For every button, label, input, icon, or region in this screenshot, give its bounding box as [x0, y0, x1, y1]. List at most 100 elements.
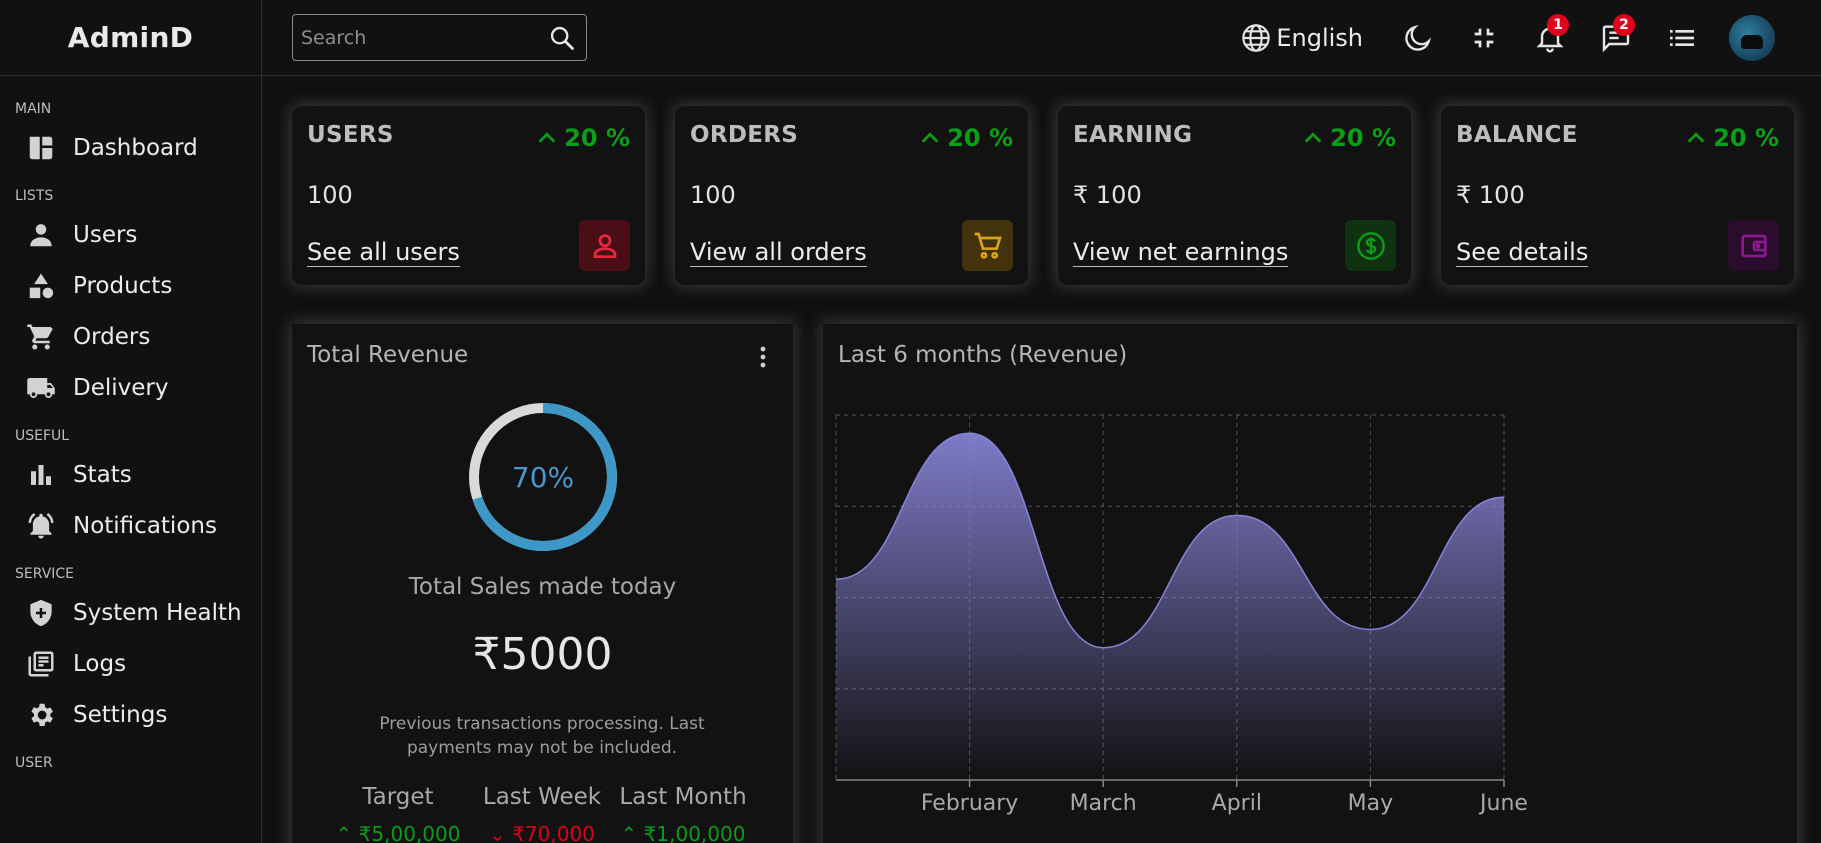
- sidebar-item-label: System Health: [73, 599, 242, 626]
- cart-outline-icon: [974, 232, 1002, 259]
- avatar[interactable]: [1729, 15, 1775, 61]
- app-logo[interactable]: AdminD: [68, 21, 193, 54]
- area-fill: [836, 433, 1504, 780]
- sidebar-item-label: Dashboard: [73, 134, 198, 161]
- revenue-chart-card: Last 6 months (Revenue) February March Apr…: [823, 324, 1797, 843]
- globe-icon: [1242, 24, 1271, 52]
- sidebar-item-label: Notifications: [73, 512, 217, 539]
- widget-value: 100: [307, 181, 353, 209]
- sidebar: AdminD MAIN Dashboard LISTS Users Produc…: [0, 0, 262, 843]
- notifications-badge: 1: [1547, 14, 1569, 36]
- summary-label: Last Month: [619, 784, 747, 810]
- sidebar-item-label: Delivery: [73, 374, 169, 401]
- search-box: [292, 14, 587, 61]
- widget-percentage: 20 %: [919, 124, 1013, 152]
- search-icon[interactable]: [548, 24, 576, 52]
- progress-percent: 70%: [511, 460, 575, 494]
- more-vert-icon[interactable]: [755, 344, 771, 370]
- widget-link[interactable]: View all orders: [690, 238, 867, 267]
- sidebar-item-label: Settings: [73, 701, 168, 728]
- sidebar-item-products[interactable]: Products: [0, 260, 261, 311]
- sidebar-nav: MAIN Dashboard LISTS Users Products Orde…: [0, 76, 261, 772]
- x-tick-label: May: [1348, 791, 1393, 816]
- sidebar-item-delivery[interactable]: Delivery: [0, 362, 261, 413]
- person-outline-icon: [593, 233, 616, 258]
- summary-label: Target: [362, 784, 434, 810]
- widget-value: ₹ 100: [1456, 181, 1525, 209]
- widget-icon-box: [579, 220, 630, 271]
- logo-area: AdminD: [0, 0, 261, 76]
- shield-plus-icon: [25, 597, 57, 629]
- sidebar-item-label: Logs: [73, 650, 127, 677]
- wallet-icon: [1740, 234, 1767, 257]
- widget-link[interactable]: See all users: [307, 238, 460, 267]
- list-menu-button[interactable]: [1649, 18, 1715, 58]
- widget-percentage: 20 %: [1302, 124, 1396, 152]
- category-icon: [25, 270, 57, 302]
- sidebar-item-orders[interactable]: Orders: [0, 311, 261, 362]
- sidebar-item-system-health[interactable]: System Health: [0, 587, 261, 638]
- topbar-actions: English 1 2: [1240, 0, 1775, 76]
- widget-percentage: 20 %: [1685, 124, 1779, 152]
- dark-mode-toggle[interactable]: [1385, 18, 1451, 58]
- sidebar-item-label: Orders: [73, 323, 151, 350]
- search-input[interactable]: [293, 26, 533, 49]
- summary-target: Target ⌃ ₹5,00,000: [323, 784, 473, 843]
- widget-percent-text: 20 %: [564, 124, 630, 152]
- widget-icon-box: [1728, 220, 1779, 271]
- sidebar-item-label: Products: [73, 272, 173, 299]
- summary-value: ⌃ ₹5,00,000: [335, 822, 461, 843]
- chevron-up-icon: [1304, 132, 1322, 143]
- language-selector[interactable]: English: [1240, 22, 1363, 54]
- moon-icon: [1405, 24, 1432, 51]
- widget-percentage: 20 %: [536, 124, 630, 152]
- sidebar-item-label: Users: [73, 221, 138, 248]
- sidebar-item-users[interactable]: Users: [0, 209, 261, 260]
- notifications-button[interactable]: 1: [1517, 14, 1583, 58]
- widget-value: 100: [690, 181, 736, 209]
- card-title: Total Revenue: [307, 342, 469, 368]
- messages-button[interactable]: 2: [1583, 14, 1649, 58]
- logs-icon: [25, 648, 57, 680]
- truck-icon: [25, 372, 57, 404]
- section-title-main: MAIN: [15, 101, 52, 117]
- x-tick-label: April: [1212, 791, 1262, 816]
- chevron-up-icon: [921, 132, 939, 143]
- sidebar-item-dashboard[interactable]: Dashboard: [0, 122, 261, 173]
- widget-percent-text: 20 %: [1330, 124, 1396, 152]
- widget-value: ₹ 100: [1073, 181, 1142, 209]
- chevron-up-icon: [538, 132, 556, 143]
- sidebar-item-label: Stats: [73, 461, 132, 488]
- alarm-icon: [25, 510, 57, 542]
- person-icon: [25, 219, 57, 251]
- widget-earning: EARNING 20 % ₹ 100 View net earnings: [1058, 106, 1411, 285]
- dollar-circle-icon: [1356, 231, 1385, 260]
- summary-label: Last Week: [482, 784, 602, 810]
- widget-link[interactable]: View net earnings: [1073, 238, 1289, 267]
- sidebar-item-notifications[interactable]: Notifications: [0, 500, 261, 551]
- section-title-useful: USEFUL: [15, 428, 70, 444]
- summary-value: ⌄ ₹70,000: [489, 822, 595, 843]
- dashboard-icon: [25, 132, 57, 164]
- sidebar-item-stats[interactable]: Stats: [0, 449, 261, 500]
- section-title-user: USER: [15, 755, 53, 771]
- summary-last-week: Last Week ⌄ ₹70,000: [467, 784, 617, 843]
- topbar: English 1 2: [262, 0, 1821, 76]
- list-icon: [1670, 30, 1694, 46]
- total-revenue-card: Total Revenue 70% Total Sales made today…: [292, 324, 793, 843]
- messages-badge: 2: [1613, 14, 1635, 36]
- fullscreen-exit-button[interactable]: [1451, 18, 1517, 58]
- sidebar-item-settings[interactable]: Settings: [0, 689, 261, 740]
- sales-amount: ₹5000: [472, 629, 613, 680]
- widget-percent-text: 20 %: [947, 124, 1013, 152]
- widget-users: USERS 20 % 100 See all users: [292, 106, 645, 285]
- section-title-lists: LISTS: [15, 188, 54, 204]
- widget-icon-box: [962, 220, 1013, 271]
- sidebar-item-logs[interactable]: Logs: [0, 638, 261, 689]
- cart-icon: [25, 321, 57, 353]
- section-title-service: SERVICE: [15, 566, 75, 582]
- widget-link[interactable]: See details: [1456, 238, 1589, 267]
- x-tick-label: March: [1070, 791, 1137, 816]
- x-tick-label: February: [921, 791, 1019, 816]
- language-label: English: [1276, 24, 1363, 52]
